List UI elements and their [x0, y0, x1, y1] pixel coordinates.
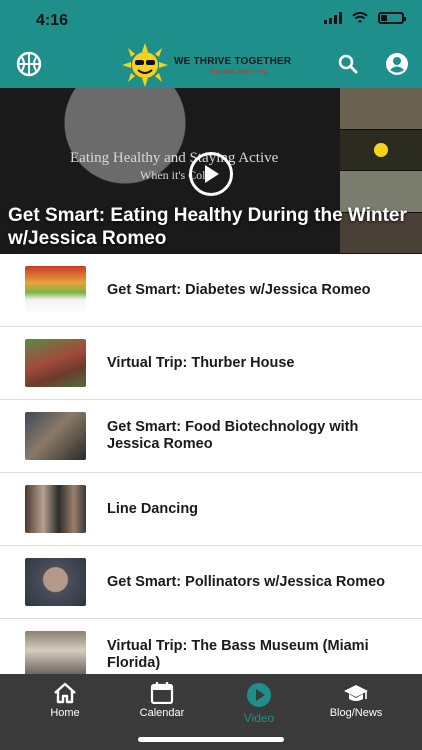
tab-label: Blog/News — [329, 707, 383, 719]
video-title: Virtual Trip: Thurber House — [107, 354, 295, 371]
video-list-item[interactable]: Get Smart: Food Biotechnology with Jessi… — [0, 400, 422, 473]
app-screen: 4:16 WE THRIVE TOGETHER Stay well, play … — [0, 0, 422, 750]
video-thumbnail — [25, 558, 86, 606]
sun-logo-icon — [122, 43, 168, 87]
play-icon[interactable] — [189, 152, 233, 196]
app-logo: WE THRIVE TOGETHER Stay well, play stron… — [122, 43, 300, 87]
logo-title: WE THRIVE TOGETHER — [174, 55, 292, 67]
status-time: 4:16 — [36, 12, 69, 29]
featured-video[interactable]: Eating Healthy and Staying Active When i… — [0, 88, 422, 254]
video-thumbnail — [25, 631, 86, 674]
app-header: WE THRIVE TOGETHER Stay well, play stron… — [0, 40, 422, 88]
tab-blog-news[interactable]: Blog/News — [311, 682, 401, 730]
home-indicator — [138, 737, 284, 742]
video-title: Get Smart: Pollinators w/Jessica Romeo — [107, 573, 386, 590]
wifi-icon — [352, 12, 368, 23]
calendar-icon — [150, 682, 174, 704]
video-title: Get Smart: Food Biotechnology with Jessi… — [107, 419, 359, 452]
slide-title: Eating Healthy and Staying Active — [70, 150, 279, 166]
account-icon[interactable] — [381, 48, 413, 80]
home-icon — [54, 682, 76, 704]
video-list-item[interactable]: Virtual Trip: The Bass Museum (Miami Flo… — [0, 619, 422, 674]
signal-icon — [324, 12, 342, 24]
video-thumbnail — [25, 339, 86, 387]
basketball-icon[interactable] — [13, 48, 45, 80]
featured-video-title: Get Smart: Eating Healthy During the Win… — [8, 205, 407, 249]
video-list-item[interactable]: Get Smart: Pollinators w/Jessica Romeo — [0, 546, 422, 619]
tab-label: Home — [50, 707, 80, 719]
status-icons — [324, 12, 406, 24]
status-bar: 4:16 — [0, 0, 422, 40]
video-thumbnail — [25, 412, 86, 460]
video-thumbnail — [25, 485, 86, 533]
video-title: Line Dancing — [107, 500, 199, 517]
play-circle-icon — [247, 683, 271, 707]
video-title: Get Smart: Diabetes w/Jessica Romeo — [107, 281, 371, 298]
logo-subtitle: Stay well, play strong — [210, 68, 267, 75]
video-title: Virtual Trip: The Bass Museum (Miami Flo… — [107, 638, 369, 671]
video-list-item[interactable]: Get Smart: Diabetes w/Jessica Romeo — [0, 254, 422, 327]
graduation-cap-icon — [344, 685, 368, 701]
tab-home[interactable]: Home — [20, 682, 110, 730]
battery-icon — [378, 12, 406, 24]
tab-label: Calendar — [139, 707, 185, 719]
search-icon[interactable] — [332, 48, 364, 80]
video-list-item[interactable]: Line Dancing — [0, 473, 422, 546]
video-list: Get Smart: Diabetes w/Jessica Romeo Virt… — [0, 254, 422, 674]
tab-video[interactable]: Video — [214, 682, 304, 730]
tab-calendar[interactable]: Calendar — [117, 682, 207, 730]
video-list-item[interactable]: Virtual Trip: Thurber House — [0, 327, 422, 400]
video-thumbnail — [25, 266, 86, 314]
tab-label: Video — [243, 711, 275, 725]
top-bar: 4:16 WE THRIVE TOGETHER Stay well, play … — [0, 0, 422, 88]
